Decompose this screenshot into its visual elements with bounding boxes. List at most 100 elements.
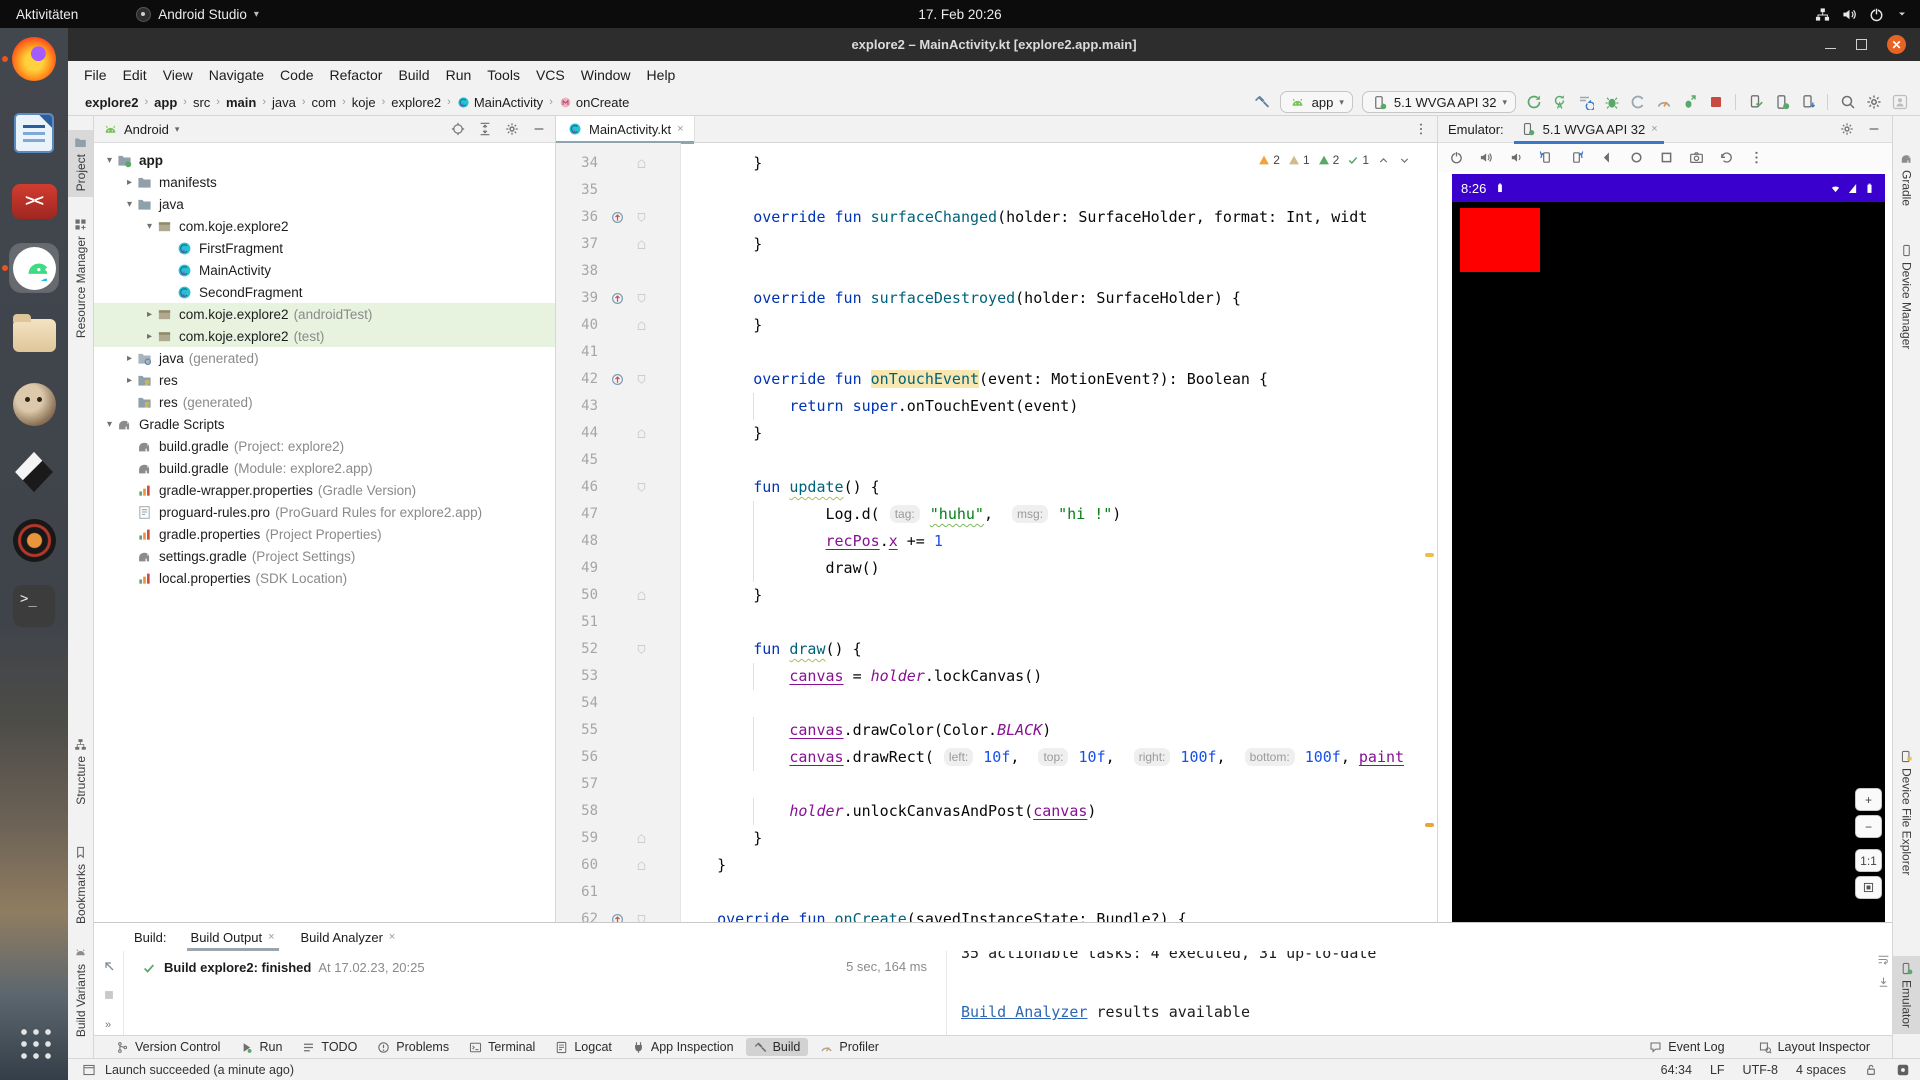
- tree-item-local-properties[interactable]: local.properties(SDK Location): [94, 567, 555, 589]
- tool-window-button-event-log[interactable]: Event Log: [1641, 1038, 1732, 1056]
- build-tab-build-output[interactable]: Build Output×: [191, 923, 275, 951]
- dock-item-media-player[interactable]: ><: [10, 177, 58, 225]
- project-view-selector[interactable]: Android: [124, 122, 169, 137]
- tool-window-button-version-control[interactable]: Version Control: [108, 1038, 228, 1056]
- code-line-35[interactable]: 35: [556, 177, 1437, 204]
- tree-item-gradle-properties[interactable]: gradle.properties(Project Properties): [94, 523, 555, 545]
- device-select[interactable]: 5.1 WVGA API 32 ▾: [1362, 91, 1516, 113]
- restore-button[interactable]: [1856, 39, 1867, 50]
- code-line-46[interactable]: 46 fun update() {: [556, 474, 1437, 501]
- soft-wrap-icon[interactable]: [1877, 953, 1890, 966]
- phoneGreen-icon[interactable]: [1773, 94, 1790, 111]
- code-line-43[interactable]: 43 return super.onTouchEvent(event): [556, 393, 1437, 420]
- fold-marker-icon[interactable]: [630, 474, 652, 501]
- code-line-38[interactable]: 38: [556, 258, 1437, 285]
- code-line-41[interactable]: 41: [556, 339, 1437, 366]
- person-icon[interactable]: [1891, 94, 1908, 111]
- screenshot-icon[interactable]: [1688, 149, 1705, 166]
- menu-tools[interactable]: Tools: [479, 64, 528, 86]
- tree-toggle-icon[interactable]: ▾: [142, 221, 157, 232]
- back-icon[interactable]: [1598, 149, 1615, 166]
- rotate-right-icon[interactable]: [1568, 149, 1585, 166]
- gear-icon[interactable]: [1865, 94, 1882, 111]
- tool-window-button-terminal[interactable]: Terminal: [461, 1038, 543, 1056]
- tool-strip-tab-device-manager[interactable]: Device Manager: [1893, 238, 1920, 355]
- power-icon[interactable]: [1448, 149, 1465, 166]
- stop-icon[interactable]: [1707, 94, 1724, 111]
- code-line-36[interactable]: 36 override fun surfaceChanged(holder: S…: [556, 204, 1437, 231]
- tool-strip-tab-bookmarks[interactable]: Bookmarks: [68, 840, 93, 930]
- code-line-61[interactable]: 61: [556, 879, 1437, 906]
- tool-strip-tab-build-variants[interactable]: Build Variants: [68, 940, 93, 1043]
- notifications-icon[interactable]: [1896, 1063, 1910, 1077]
- menu-navigate[interactable]: Navigate: [201, 64, 272, 86]
- zoom-out-button[interactable]: −: [1855, 815, 1882, 838]
- lock-icon[interactable]: [1864, 1063, 1878, 1077]
- tree-toggle-icon[interactable]: ▾: [102, 419, 117, 430]
- network-icon[interactable]: [1815, 7, 1830, 22]
- home-icon[interactable]: [1628, 149, 1645, 166]
- dock-item-android-studio[interactable]: [10, 244, 58, 292]
- coverage-icon[interactable]: [1629, 94, 1646, 111]
- attach-icon[interactable]: [1681, 94, 1698, 111]
- gear-icon[interactable]: [1838, 121, 1855, 138]
- menu-window[interactable]: Window: [573, 64, 639, 86]
- tool-strip-tab-structure[interactable]: Structure: [68, 732, 93, 811]
- tool-window-button-layout-inspector[interactable]: Layout Inspector: [1751, 1038, 1878, 1056]
- status-file-encoding[interactable]: UTF-8: [1743, 1063, 1778, 1077]
- code-line-59[interactable]: 59 }: [556, 825, 1437, 852]
- menu-file[interactable]: File: [76, 64, 115, 86]
- tree-item-res[interactable]: res(generated): [94, 391, 555, 413]
- inspection-ok-badge[interactable]: 1: [1347, 153, 1369, 167]
- editor-tab-mainactivity[interactable]: MainActivity.kt ×: [556, 116, 695, 143]
- code-line-58[interactable]: 58 holder.unlockCanvasAndPost(canvas): [556, 798, 1437, 825]
- overview-icon[interactable]: [1658, 149, 1675, 166]
- menu-vcs[interactable]: VCS: [528, 64, 573, 86]
- menu-edit[interactable]: Edit: [115, 64, 155, 86]
- fold-marker-icon[interactable]: [630, 852, 652, 879]
- code-line-57[interactable]: 57: [556, 771, 1437, 798]
- status-message[interactable]: Launch succeeded (a minute ago): [105, 1063, 294, 1077]
- code-line-60[interactable]: 60 }: [556, 852, 1437, 879]
- menu-refactor[interactable]: Refactor: [322, 64, 391, 86]
- devsync-icon[interactable]: [1747, 94, 1764, 111]
- tree-toggle-icon[interactable]: ▾: [102, 155, 117, 166]
- minus-icon[interactable]: [530, 121, 547, 138]
- code-line-48[interactable]: 48 recPos.x += 1: [556, 528, 1437, 555]
- fold-marker-icon[interactable]: [630, 825, 652, 852]
- build-status-row[interactable]: Build explore2: finished At 17.02.23, 20…: [124, 951, 943, 976]
- tree-toggle-icon[interactable]: ▸: [122, 353, 137, 364]
- tree-item-mainactivity[interactable]: MainActivity: [94, 259, 555, 281]
- gauge-icon[interactable]: [1655, 94, 1672, 111]
- tree-item-settings-gradle[interactable]: settings.gradle(Project Settings): [94, 545, 555, 567]
- tree-item-secondfragment[interactable]: SecondFragment: [94, 281, 555, 303]
- inspection-warning-badge[interactable]: 2: [1258, 153, 1280, 167]
- warning-stripe-mark[interactable]: [1425, 823, 1434, 827]
- code-line-51[interactable]: 51: [556, 609, 1437, 636]
- tool-window-button-app-inspection[interactable]: App Inspection: [624, 1038, 742, 1056]
- tool-window-button-profiler[interactable]: Profiler: [812, 1038, 887, 1056]
- collapse-icon[interactable]: [476, 121, 493, 138]
- tool-strip-tab-gradle[interactable]: Gradle: [1893, 146, 1920, 212]
- breadcrumb-main[interactable]: main: [223, 94, 259, 111]
- tool-window-button-problems[interactable]: Problems: [369, 1038, 457, 1056]
- power-icon[interactable]: [1869, 7, 1884, 22]
- rerun-icon[interactable]: [1525, 94, 1542, 111]
- tool-strip-tab-emulator[interactable]: Emulator: [1893, 956, 1920, 1034]
- clock[interactable]: 17. Feb 20:26: [0, 7, 1920, 22]
- tree-item-com-koje-explore2[interactable]: ▾com.koje.explore2: [94, 215, 555, 237]
- run-configuration-select[interactable]: app ▾: [1280, 91, 1353, 113]
- build-console[interactable]: 35 actionable tasks: 4 executed, 31 up-t…: [946, 951, 1862, 1035]
- tree-item-java[interactable]: ▸java(generated): [94, 347, 555, 369]
- fold-marker-icon[interactable]: [630, 150, 652, 177]
- code-line-44[interactable]: 44 }: [556, 420, 1437, 447]
- system-tray[interactable]: [1815, 7, 1908, 22]
- close-icon[interactable]: ×: [389, 931, 395, 943]
- tool-window-button-build[interactable]: Build: [746, 1038, 809, 1056]
- code-line-45[interactable]: 45: [556, 447, 1437, 474]
- inspection-warning-badge[interactable]: 2: [1318, 153, 1340, 167]
- breadcrumb-mainactivity[interactable]: MainActivity: [454, 94, 546, 111]
- search-icon[interactable]: [1839, 94, 1856, 111]
- tree-item-app[interactable]: ▾app: [94, 149, 555, 171]
- code-line-42[interactable]: 42 override fun onTouchEvent(event: Moti…: [556, 366, 1437, 393]
